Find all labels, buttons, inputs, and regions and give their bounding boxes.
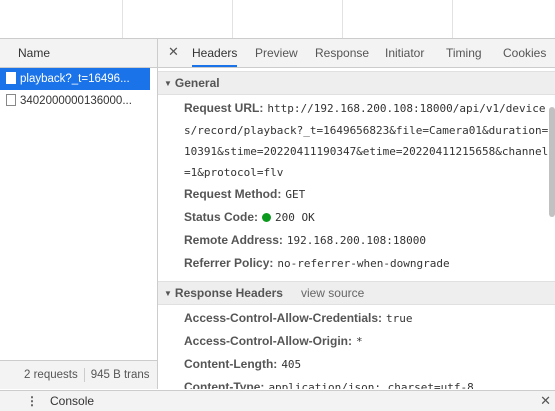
transfer-size: 945 B trans <box>90 369 150 381</box>
status-code-row: Status Code: 200 OK <box>158 206 555 229</box>
document-icon <box>6 94 16 106</box>
referrer-policy-row: Referrer Policy: no-referrer-when-downgra… <box>158 252 555 275</box>
status-dot-icon <box>262 213 272 222</box>
timeline-divider <box>452 0 453 38</box>
request-summary-bar: 2 requests 945 B trans <box>0 360 157 389</box>
response-header-row: Content-Length: 405 <box>158 353 555 376</box>
header-key: Access-Control-Allow-Credentials: <box>184 311 383 325</box>
request-name: playback?_t=16496... <box>20 73 130 85</box>
footer-divider <box>83 367 85 382</box>
request-url-line: =1&protocol=flv <box>184 166 284 179</box>
triangle-down-icon: ▼ <box>164 289 172 298</box>
response-header-row: Content-Type: application/json; charset=u… <box>158 376 555 389</box>
request-method-key: Request Method: <box>184 187 282 201</box>
header-value: 405 <box>281 358 302 371</box>
details-scrollbar[interactable] <box>549 107 555 217</box>
request-list-panel: Name playback?_t=16496... 34020000001360… <box>0 39 158 389</box>
timeline-divider <box>232 0 233 38</box>
tab-timing[interactable]: Timing <box>446 39 482 67</box>
tab-response[interactable]: Response <box>315 39 369 67</box>
view-source-link[interactable]: view source <box>301 286 364 300</box>
kebab-menu-icon[interactable]: ⋮ <box>26 391 38 411</box>
document-icon <box>6 72 16 84</box>
response-header-row: Access-Control-Allow-Credentials: true <box>158 307 555 330</box>
tab-headers[interactable]: Headers <box>192 39 238 67</box>
header-key: Access-Control-Allow-Origin: <box>184 334 353 348</box>
request-count: 2 requests <box>24 369 78 381</box>
status-code-key: Status Code: <box>184 210 259 224</box>
close-icon[interactable]: ✕ <box>540 391 551 411</box>
response-header-row: Access-Control-Allow-Origin: * <box>158 330 555 353</box>
referrer-policy-value: no-referrer-when-downgrade <box>277 257 450 270</box>
header-value: * <box>356 335 363 348</box>
request-url-key: Request URL: <box>184 101 264 115</box>
headers-content: ▼ General Request URL: http://192.168.200.… <box>158 71 555 389</box>
timeline-overview[interactable] <box>0 0 555 39</box>
general-title: General <box>174 76 220 90</box>
remote-address-key: Remote Address: <box>184 233 283 247</box>
console-drawer: ⋮ Console ✕ <box>0 390 555 411</box>
header-key: Content-Type: <box>184 380 265 389</box>
header-key: Content-Length: <box>184 357 278 371</box>
request-url-line: 10391&stime=20220411190347&etime=2022041… <box>184 145 549 158</box>
tab-cookies[interactable]: Cookies <box>503 39 546 67</box>
request-url-row: Request URL: http://192.168.200.108:18000… <box>158 97 555 120</box>
timeline-divider <box>122 0 123 38</box>
remote-address-value: 192.168.200.108:18000 <box>286 234 426 247</box>
request-row-playback[interactable]: playback?_t=16496... <box>0 68 150 90</box>
general-section-header[interactable]: ▼ General <box>158 71 555 95</box>
console-tab[interactable]: Console <box>50 391 94 411</box>
triangle-down-icon: ▼ <box>164 79 172 88</box>
header-value: application/json; charset=utf-8 <box>268 381 474 389</box>
close-icon[interactable]: ✕ <box>168 44 179 60</box>
request-method-value: GET <box>285 188 306 201</box>
request-details-panel: ✕ Headers Preview Response Initiator Tim… <box>158 39 555 389</box>
referrer-policy-key: Referrer Policy: <box>184 256 274 270</box>
request-row-media[interactable]: 3402000000136000... <box>0 90 150 112</box>
tab-initiator[interactable]: Initiator <box>385 39 424 67</box>
request-url-line: http://192.168.200.108:18000/api/v1/devi… <box>267 102 546 115</box>
details-tab-bar: ✕ Headers Preview Response Initiator Tim… <box>158 39 555 68</box>
remote-address-row: Remote Address: 192.168.200.108:18000 <box>158 229 555 252</box>
timeline-divider <box>342 0 343 38</box>
tab-preview[interactable]: Preview <box>255 39 298 67</box>
header-value: true <box>386 312 413 325</box>
status-code-value: 200 OK <box>275 211 315 224</box>
request-url-line: s/record/playback?_t=1649656823&file=Cam… <box>184 124 549 137</box>
request-method-row: Request Method: GET <box>158 183 555 206</box>
response-headers-section-header[interactable]: ▼ Response Headers view source <box>158 281 555 305</box>
request-name: 3402000000136000... <box>20 95 132 107</box>
name-column-header[interactable]: Name <box>0 39 157 68</box>
response-headers-title: Response Headers <box>174 286 283 300</box>
